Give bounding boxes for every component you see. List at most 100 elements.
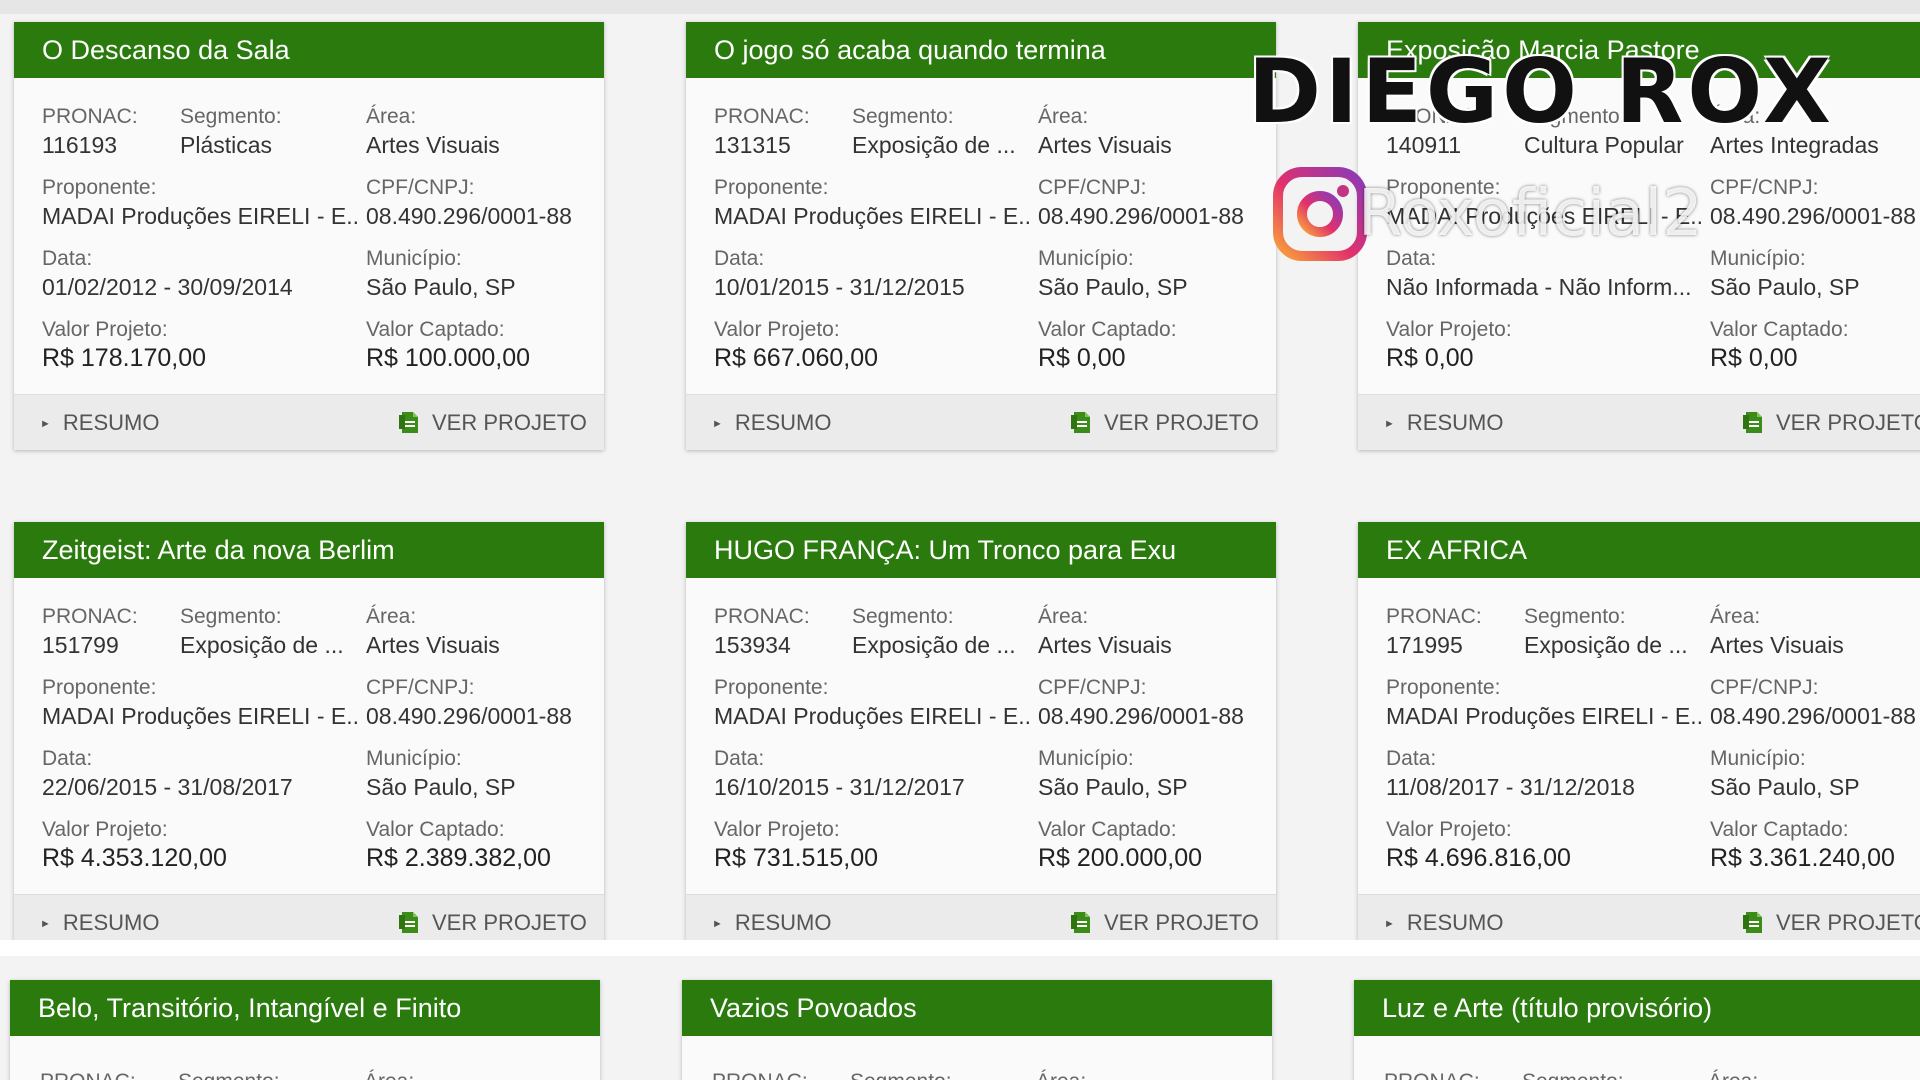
card-body: PRONAC: 131315 Segmento: Exposição de ... …: [686, 78, 1276, 394]
value-cpf: 08.490.296/0001-88: [1710, 703, 1916, 729]
field-proponente: Proponente: MADAI Produções EIRELI - E...: [42, 175, 360, 231]
value-valor-captado: R$ 0,00: [1038, 344, 1126, 372]
value-data: 22/06/2015 - 31/08/2017: [42, 774, 293, 800]
project-card: O Descanso da Sala PRONAC: 116193 Segment…: [14, 22, 604, 450]
label-municipio: Município:: [366, 247, 462, 270]
label-segmento: Segmento:: [180, 605, 282, 628]
resumo-label: RESUMO: [1406, 410, 1504, 435]
document-icon: [399, 912, 418, 934]
label-municipio: Município:: [366, 747, 462, 770]
ver-projeto-button[interactable]: VER PROJETO: [1742, 395, 1920, 450]
field-valor-captado: Valor Captado: R$ 0,00: [1038, 317, 1276, 373]
watermark-handle: Roxoficial2: [1358, 177, 1703, 251]
value-data: Não Informada - Não Inform...: [1386, 274, 1692, 300]
label-proponente: Proponente:: [42, 676, 157, 699]
card-title[interactable]: O Descanso da Sala: [14, 22, 604, 78]
caret-right-icon: ►: [40, 918, 51, 931]
card-footer: ► RESUMO VER PROJETO: [686, 394, 1276, 450]
label-valor-captado: Valor Captado:: [1710, 318, 1849, 341]
watermark-title: DIEGO ROX: [1248, 40, 1835, 143]
value-pronac: 153934: [714, 632, 791, 658]
label-segmento: Segmento:: [1522, 1070, 1624, 1080]
label-pronac: PRONAC:: [712, 1070, 808, 1080]
value-municipio: São Paulo, SP: [1038, 274, 1188, 300]
label-valor-projeto: Valor Projeto:: [714, 818, 840, 841]
label-pronac: PRONAC:: [1384, 1070, 1480, 1080]
resumo-button[interactable]: ► RESUMO: [712, 395, 831, 450]
value-data: 11/08/2017 - 31/12/2018: [1386, 774, 1635, 800]
value-segmento: Exposição de ...: [1524, 632, 1688, 658]
field-pronac: PRONAC: 131315: [714, 104, 849, 160]
value-segmento: Exposição de ...: [852, 632, 1016, 658]
field-data: Data: 16/10/2015 - 31/12/2017: [714, 746, 1032, 802]
project-card-partial: Belo, Transitório, Intangível e Finito P…: [10, 980, 600, 1080]
field-municipio: Município: São Paulo, SP: [366, 246, 604, 302]
label-area: Área:: [1036, 1070, 1086, 1080]
label-area: Área:: [1710, 605, 1761, 628]
label-pronac: PRONAC:: [714, 605, 810, 628]
label-municipio: Município:: [1038, 247, 1134, 270]
field-segmento: Segmento: Exposição de ...: [852, 104, 1032, 160]
resumo-button[interactable]: ► RESUMO: [1384, 395, 1503, 450]
field-area: Área: Artes Visuais: [1710, 604, 1920, 660]
card-footer: ► RESUMO VER PROJETO: [1358, 394, 1920, 450]
label-proponente: Proponente:: [714, 676, 829, 699]
value-valor-projeto: R$ 0,00: [1386, 344, 1474, 372]
value-proponente: MADAI Produções EIRELI - E...: [714, 703, 1032, 729]
card-title[interactable]: Luz e Arte (título provisório): [1354, 980, 1920, 1036]
ver-projeto-label: VER PROJETO: [1104, 910, 1259, 935]
ver-projeto-label: VER PROJETO: [1776, 910, 1920, 935]
card-body: PRONAC: 116193 Segmento: Plásticas Área: Ar…: [14, 78, 604, 394]
card-title[interactable]: Zeitgeist: Arte da nova Berlim: [14, 522, 604, 578]
ver-projeto-button[interactable]: VER PROJETO: [398, 395, 587, 450]
value-cpf: 08.490.296/0001-88: [1038, 203, 1244, 229]
card-title[interactable]: Belo, Transitório, Intangível e Finito: [10, 980, 600, 1036]
value-segmento: Plásticas: [180, 132, 273, 158]
ver-projeto-label: VER PROJETO: [1776, 410, 1920, 435]
field-valor-captado: Valor Captado: R$ 200.000,00: [1038, 817, 1276, 873]
value-valor-projeto: R$ 731.515,00: [714, 844, 879, 872]
caret-right-icon: ►: [1384, 418, 1395, 431]
value-area: Artes Visuais: [1710, 632, 1844, 658]
field-valor-projeto: Valor Projeto: R$ 0,00: [1386, 317, 1704, 373]
field-municipio: Município: São Paulo, SP: [366, 746, 604, 802]
ver-projeto-label: VER PROJETO: [1104, 410, 1259, 435]
value-pronac: 171995: [1386, 632, 1463, 658]
field-valor-captado: Valor Captado: R$ 3.361.240,00: [1710, 817, 1920, 873]
card-title[interactable]: O jogo só acaba quando termina: [686, 22, 1276, 78]
label-area: Área:: [364, 1070, 414, 1080]
value-data: 16/10/2015 - 31/12/2017: [714, 774, 965, 800]
card-title[interactable]: EX AFRICA: [1358, 522, 1920, 578]
field-data: Data: 10/01/2015 - 31/12/2015: [714, 246, 1032, 302]
resumo-button[interactable]: ► RESUMO: [40, 395, 159, 450]
resumo-label: RESUMO: [734, 410, 832, 435]
ver-projeto-button[interactable]: VER PROJETO: [1070, 395, 1259, 450]
field-valor-projeto: Valor Projeto: R$ 178.170,00: [42, 317, 360, 373]
value-valor-projeto: R$ 4.696.816,00: [1386, 844, 1571, 872]
project-grid: O Descanso da Sala PRONAC: 116193 Segment…: [0, 0, 1920, 1080]
label-pronac: PRONAC:: [714, 105, 810, 128]
field-area: Área: Artes Visuais: [366, 604, 604, 660]
label-segmento: Segmento:: [1524, 605, 1626, 628]
card-body: PRONAC: 151799 Segmento: Exposição de ... …: [14, 578, 604, 894]
value-proponente: MADAI Produções EIRELI - E...: [1386, 703, 1704, 729]
value-area: Artes Visuais: [1038, 632, 1172, 658]
value-pronac: 151799: [42, 632, 119, 658]
value-data: 10/01/2015 - 31/12/2015: [714, 274, 965, 300]
card-body: PRONAC: Segmento: Área:: [682, 1036, 1272, 1080]
value-pronac: 131315: [714, 132, 791, 158]
resumo-label: RESUMO: [62, 910, 160, 935]
label-proponente: Proponente:: [42, 176, 157, 199]
document-icon: [1071, 412, 1090, 434]
card-title[interactable]: HUGO FRANÇA: Um Tronco para Exu: [686, 522, 1276, 578]
field-pronac: PRONAC: 171995: [1386, 604, 1521, 660]
label-cpf: CPF/CNPJ:: [1710, 676, 1819, 699]
value-valor-projeto: R$ 667.060,00: [714, 344, 879, 372]
value-valor-projeto: R$ 4.353.120,00: [42, 844, 227, 872]
field-proponente: Proponente: MADAI Produções EIRELI - E...: [714, 675, 1032, 731]
card-title[interactable]: Vazios Povoados: [682, 980, 1272, 1036]
value-area: Artes Visuais: [366, 632, 500, 658]
label-valor-projeto: Valor Projeto:: [1386, 318, 1512, 341]
field-municipio: Município: São Paulo, SP: [1038, 246, 1276, 302]
label-proponente: Proponente:: [1386, 676, 1501, 699]
